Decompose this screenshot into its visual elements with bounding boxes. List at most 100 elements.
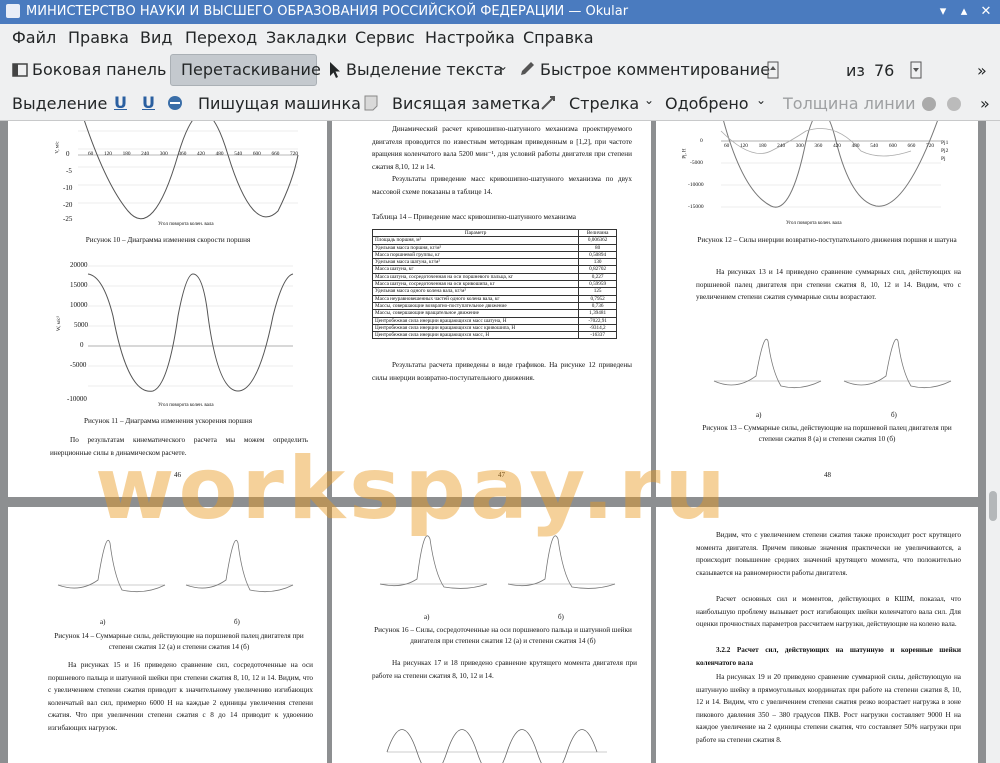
table-cell-parameter: Центробежная сила инерции вращающихся ма… (371, 331, 580, 340)
x-tick: 720 (926, 143, 934, 149)
x-tick: 600 (888, 143, 897, 149)
page-up-icon[interactable] (767, 61, 779, 79)
main-toolbar: Боковая панель Перетаскивание Выделение … (0, 52, 1000, 137)
maximize-icon[interactable]: ▴ (955, 3, 973, 21)
acceleration-chart (87, 265, 294, 392)
pop-up-note-tool[interactable]: Висящая заметка (392, 94, 540, 113)
annot-toolbar-overflow-icon[interactable]: » (980, 94, 990, 113)
figure-10-caption: Рисунок 10 – Диаграмма изменения скорост… (85, 236, 251, 244)
y-tick: -10 (63, 184, 73, 192)
squiggle-icon[interactable]: U (142, 93, 155, 112)
page-51-paragraph-3: На рисунках 19 и 20 приведено сравнение … (696, 673, 961, 744)
strikeout-icon[interactable] (166, 94, 184, 112)
x-tick: 120 (103, 151, 112, 157)
line-width-tool[interactable]: Толщина линии (783, 94, 916, 113)
quick-comment-button[interactable]: Быстрое комментирование (518, 57, 770, 83)
x-tick: 60 (88, 151, 94, 157)
figure-13-caption: Рисунок 13 – Суммарные силы, действующие… (702, 424, 952, 443)
table-row: Масса шатуна, сосредоточенная на оси кри… (371, 280, 617, 289)
page-of-label: из (846, 61, 865, 80)
x-axis-label: Угол поворота колен. вала (786, 221, 842, 226)
menu-settings[interactable]: Настройка (425, 28, 515, 47)
x-tick: 240 (777, 143, 786, 149)
table-cell-parameter: Площадь поршня, м² (371, 236, 580, 245)
sidebar-button[interactable]: Боковая панель (10, 57, 166, 83)
table-cell-parameter: Массы, совершающие вращательное движение (371, 309, 580, 318)
legend-entry: Pj2 (941, 148, 949, 154)
table-cell-parameter: Массы, совершающие возвратно-поступатель… (371, 301, 580, 311)
stamp-chevron-down-icon[interactable]: ⌄ (756, 93, 766, 107)
color-icon[interactable] (920, 95, 938, 113)
page-51-paragraph-2: Расчет основных сил и моментов, действую… (696, 595, 961, 629)
x-tick: 120 (739, 143, 748, 149)
menu-view[interactable]: Вид (140, 28, 172, 47)
x-ticks: 60 120 180 240 300 360 420 480 540 600 660 720 (724, 143, 934, 149)
page-down-icon[interactable] (910, 61, 922, 79)
y-axis-label: W, м/с² (57, 315, 63, 332)
stamp-tool[interactable]: Одобрено (665, 94, 749, 113)
x-tick: 540 (234, 151, 243, 157)
menu-bar: Файл Правка Вид Переход Закладки Сервис … (0, 24, 1000, 52)
pen-icon (521, 62, 534, 75)
cursor-icon (330, 62, 340, 78)
underline-icon[interactable]: U (114, 93, 127, 112)
table-cell-value: -9314,2 (578, 323, 617, 333)
y-tick: 0 (80, 341, 84, 349)
subfigure-b-label: б) (891, 411, 897, 419)
subfigure-a-label: а) (756, 411, 762, 419)
typewriter-tool[interactable]: Пишущая машинка (198, 94, 361, 113)
page-51: Видим, что с увеличением степени сжатия … (656, 507, 978, 763)
y-tick: -10000 (688, 182, 704, 188)
chevron-down-icon[interactable]: ⌄ (498, 59, 508, 73)
x-tick: 480 (215, 151, 224, 157)
annotation-toolbar: Выделение U U Пишущая машинка Висящая за… (0, 88, 1000, 121)
arrow-chevron-down-icon[interactable]: ⌄ (644, 93, 654, 107)
y-tick: -5000 (70, 361, 87, 369)
opacity-icon[interactable] (945, 95, 963, 113)
page-49: а) б) Рисунок 14 – Суммарные силы, дейст… (8, 507, 327, 763)
y-tick: -5 (66, 167, 72, 175)
menu-file[interactable]: Файл (12, 28, 56, 47)
table-cell-value: Величина (578, 228, 617, 238)
table-cell-parameter: Удельная масса шатуна, кг/м² (371, 258, 580, 267)
note-icon (364, 95, 378, 111)
menu-tools[interactable]: Сервис (355, 28, 415, 47)
y-tick: 10000 (70, 301, 88, 309)
okular-app-icon (6, 4, 20, 18)
x-tick: 660 (271, 151, 280, 157)
minimize-icon[interactable]: ▾ (934, 3, 952, 21)
table-row: Центробежная сила инерции вращающихся ма… (371, 323, 617, 333)
drag-tool-button[interactable]: Перетаскивание (170, 54, 321, 86)
sum-force-chart-14 (185, 540, 294, 593)
y-tick: -15000 (688, 204, 704, 210)
menu-edit[interactable]: Правка (68, 28, 129, 47)
table-cell-value: 0,7952 (578, 294, 617, 303)
text-select-button[interactable]: Выделение текста (326, 57, 503, 83)
table-cell-parameter: Масса шатуна, сосредоточенная на оси кри… (371, 280, 580, 289)
quick-comment-label: Быстрое комментирование (540, 60, 771, 79)
arrow-tool[interactable]: Стрелка (569, 94, 639, 113)
sum-force-chart-b (843, 338, 952, 389)
subfigure-a-label: а) (100, 618, 106, 626)
vertical-scrollbar[interactable] (986, 121, 1000, 763)
menu-go[interactable]: Переход (185, 28, 257, 47)
close-icon[interactable]: ✕ (977, 3, 995, 21)
x-tick: 360 (814, 143, 823, 149)
table-14-title: Таблица 14 – Приведение масс кривошипно-… (372, 213, 576, 221)
document-viewer[interactable]: 0 -5 -10 -20 -25 V, м/с 60 120 180 240 300 36… (0, 121, 986, 763)
x-tick: 480 (851, 143, 860, 149)
menu-bookmarks[interactable]: Закладки (266, 28, 347, 47)
y-tick: 20000 (70, 261, 88, 269)
y-tick: -10000 (67, 395, 87, 403)
mass-table: Параметр Величина Площадь поршня, м² 0,0063… (371, 228, 617, 340)
page-48-paragraph: На рисунках 13 и 14 приведено сравнение … (696, 268, 961, 302)
highlight-tool[interactable]: Выделение (12, 94, 107, 113)
x-tick: 180 (758, 143, 767, 149)
table-row: Масса шатуна, кг 0,82702 (371, 265, 617, 274)
toolbar-overflow-icon[interactable]: » (977, 61, 987, 80)
scrollbar-thumb[interactable] (989, 491, 997, 521)
subfigure-b-label: б) (558, 613, 564, 621)
menu-help[interactable]: Справка (523, 28, 594, 47)
x-axis-label: Угол поворота колен. вала (158, 403, 214, 408)
y-tick: 15000 (70, 281, 88, 289)
